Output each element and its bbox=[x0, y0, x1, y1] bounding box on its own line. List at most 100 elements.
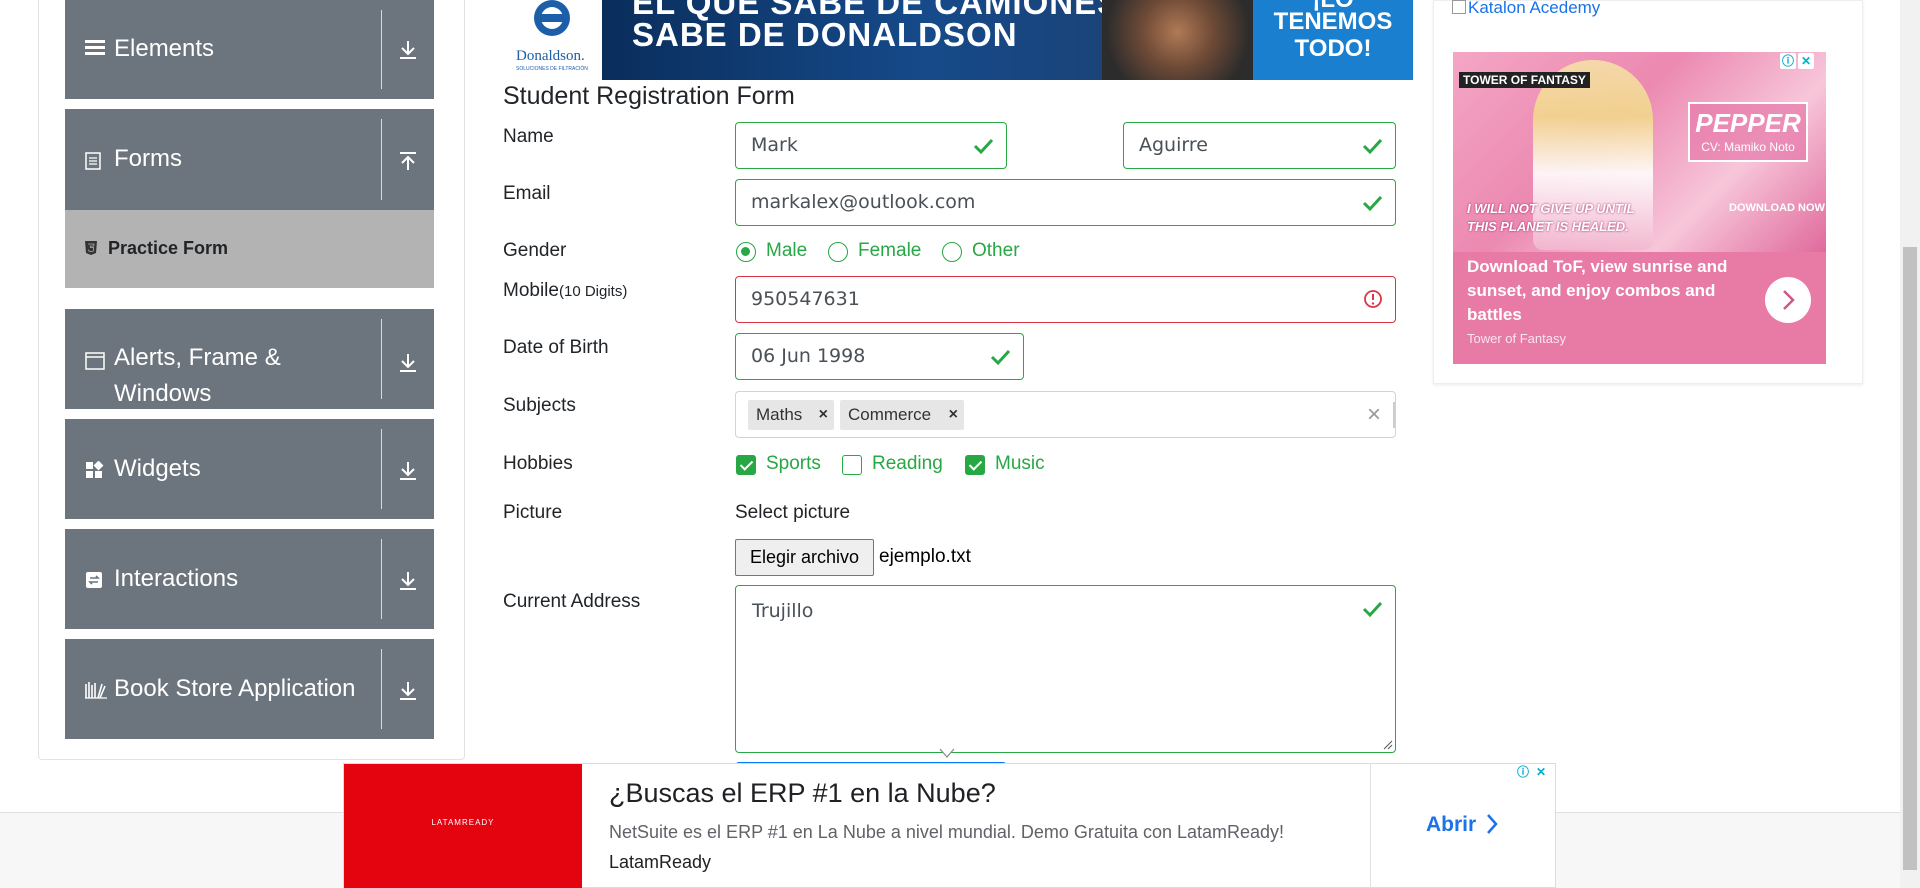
subject-chip-label: Commerce bbox=[848, 405, 932, 424]
check-icon bbox=[1362, 138, 1383, 155]
address-label: Current Address bbox=[503, 591, 641, 612]
choose-file-button[interactable]: Elegir archivo bbox=[735, 539, 874, 576]
radio-button[interactable] bbox=[828, 242, 848, 262]
banner-cta-text: TODO! bbox=[1294, 35, 1372, 62]
collapse-chevron-icon[interactable] bbox=[939, 748, 955, 760]
checkbox[interactable] bbox=[965, 455, 985, 475]
banner-cta: ¡LO TENEMOS TODO! bbox=[1253, 0, 1413, 80]
email-value: markalex@outlook.com bbox=[751, 191, 976, 213]
ad-close-icon[interactable]: ✕ bbox=[1798, 53, 1814, 69]
checkbox[interactable] bbox=[736, 455, 756, 475]
sidebar-group-bookstore[interactable]: Book Store Application bbox=[65, 639, 434, 739]
sidebar-group-alerts[interactable]: Alerts, Frame & Windows bbox=[65, 309, 434, 409]
remove-chip-icon[interactable]: × bbox=[949, 400, 958, 430]
brand-sub: SOLUCIONES DE FILTRACIÓN bbox=[516, 66, 588, 72]
check-icon bbox=[1362, 195, 1383, 212]
check-icon bbox=[990, 349, 1011, 366]
radio-label: Female bbox=[858, 240, 922, 261]
select-picture-label: Select picture bbox=[735, 502, 851, 523]
download-arrow-icon[interactable] bbox=[396, 351, 420, 375]
download-arrow-icon[interactable] bbox=[396, 569, 420, 593]
sidebar-group-interactions[interactable]: Interactions bbox=[65, 529, 434, 629]
banner-main: EL QUE SABE DE CAMIONES SABE DE DONALDSO… bbox=[602, 0, 1253, 80]
first-name-input[interactable]: Mark bbox=[735, 122, 1007, 169]
mobile-label-hint: (10 Digits) bbox=[558, 283, 628, 300]
name-label: Name bbox=[503, 126, 554, 147]
sidebar-group-elements[interactable]: Elements bbox=[65, 0, 434, 99]
download-now-label: DOWNLOAD NOW bbox=[1729, 202, 1825, 214]
character-voice: CV: Mamiko Noto bbox=[1701, 140, 1795, 154]
divider bbox=[381, 10, 382, 89]
ad-logo-block: LATAMREADY bbox=[344, 764, 582, 888]
resize-handle-icon[interactable] bbox=[1381, 738, 1393, 750]
gender-label: Gender bbox=[503, 240, 567, 261]
bottom-ad-banner[interactable]: LATAMREADY ¿Buscas el ERP #1 en la Nube?… bbox=[343, 763, 1556, 888]
brand-logo-area: Donaldson. SOLUCIONES DE FILTRACIÓN bbox=[504, 0, 602, 80]
download-arrow-icon[interactable] bbox=[396, 679, 420, 703]
ad-artwork: TOWER OF FANTASY PEPPER CV: Mamiko Noto … bbox=[1453, 52, 1826, 252]
subjects-label: Subjects bbox=[503, 395, 576, 416]
ad-info-icon[interactable]: ⓘ bbox=[1780, 53, 1796, 69]
radio-button[interactable] bbox=[736, 242, 756, 262]
form-title: Student Registration Form bbox=[503, 82, 795, 110]
top-banner-ad[interactable]: Donaldson. SOLUCIONES DE FILTRACIÓN EL Q… bbox=[504, 0, 1413, 80]
radio-button[interactable] bbox=[942, 242, 962, 262]
first-name-value: Mark bbox=[751, 134, 798, 156]
ad-close-icon[interactable]: ✕ bbox=[1533, 764, 1549, 780]
last-name-value: Aguirre bbox=[1139, 134, 1208, 156]
ad-description: NetSuite es el ERP #1 en La Nube a nivel… bbox=[609, 822, 1285, 842]
ad-advertiser: LatamReady bbox=[609, 852, 712, 872]
window-icon bbox=[85, 352, 105, 374]
sidebar-group-label: Alerts, Frame & Windows bbox=[114, 344, 281, 407]
address-value: Trujillo bbox=[752, 600, 814, 622]
sidebar-item-practice-form[interactable]: Practice Form bbox=[65, 210, 434, 288]
ad-open-button[interactable]: Abrir bbox=[1426, 813, 1476, 837]
ad-controls: ⓘ ✕ bbox=[1515, 764, 1549, 780]
ad-info-icon[interactable]: ⓘ bbox=[1515, 764, 1531, 780]
donaldson-logo-icon bbox=[534, 0, 570, 36]
right-game-ad[interactable]: TOWER OF FANTASY PEPPER CV: Mamiko Noto … bbox=[1453, 52, 1826, 364]
remove-chip-icon[interactable]: × bbox=[819, 400, 828, 430]
latamready-logo: LATAMREADY bbox=[431, 818, 495, 827]
subjects-input[interactable]: Maths × Commerce × × bbox=[735, 391, 1396, 438]
interactions-icon bbox=[85, 571, 103, 593]
ad-advertiser: Tower of Fantasy bbox=[1467, 331, 1566, 346]
checkbox[interactable] bbox=[842, 455, 862, 475]
character-badge: PEPPER CV: Mamiko Noto bbox=[1688, 102, 1808, 162]
chevron-right-icon bbox=[1783, 290, 1795, 310]
checkbox-label: Reading bbox=[872, 453, 943, 474]
form-icon bbox=[85, 152, 101, 174]
html5-icon bbox=[83, 240, 99, 256]
picture-label: Picture bbox=[503, 502, 563, 523]
dob-value: 06 Jun 1998 bbox=[751, 345, 866, 367]
ad-tagline: I WILL NOT GIVE UP UNTIL THIS PLANET IS H… bbox=[1467, 200, 1635, 236]
email-input[interactable]: markalex@outlook.com bbox=[735, 179, 1396, 226]
banner-headline: SABE DE DONALDSON bbox=[632, 16, 1018, 53]
ad-next-button[interactable] bbox=[1765, 277, 1811, 323]
download-arrow-icon[interactable] bbox=[396, 459, 420, 483]
sidebar-group-forms[interactable]: Forms bbox=[65, 109, 434, 210]
broken-image-icon bbox=[1452, 0, 1466, 14]
clear-all-icon[interactable]: × bbox=[1367, 401, 1381, 429]
current-address-textarea[interactable]: Trujillo bbox=[735, 585, 1396, 753]
divider bbox=[1370, 764, 1371, 888]
sidebar-group-label: Forms bbox=[114, 145, 182, 172]
divider bbox=[381, 539, 382, 619]
dob-input[interactable]: 06 Jun 1998 bbox=[735, 333, 1024, 380]
last-name-input[interactable]: Aguirre bbox=[1123, 122, 1396, 169]
scrollbar-thumb[interactable] bbox=[1903, 247, 1917, 870]
sidebar-group-widgets[interactable]: Widgets bbox=[65, 419, 434, 519]
divider bbox=[381, 319, 382, 399]
upload-arrow-icon[interactable] bbox=[396, 149, 420, 173]
spokesperson-image bbox=[1102, 0, 1253, 80]
subject-chip: Commerce × bbox=[840, 400, 964, 430]
mobile-input[interactable]: 950547631 bbox=[735, 276, 1396, 323]
mobile-value: 950547631 bbox=[751, 288, 860, 310]
chosen-file-name: ejemplo.txt bbox=[879, 546, 971, 567]
katalon-broken-image-link[interactable]: Katalon Acedemy bbox=[1452, 0, 1600, 18]
error-icon bbox=[1364, 290, 1382, 308]
mobile-label: Mobile(10 Digits) bbox=[503, 280, 627, 302]
download-arrow-icon[interactable] bbox=[396, 38, 420, 62]
radio-label: Other bbox=[972, 240, 1020, 261]
dob-label: Date of Birth bbox=[503, 337, 609, 358]
